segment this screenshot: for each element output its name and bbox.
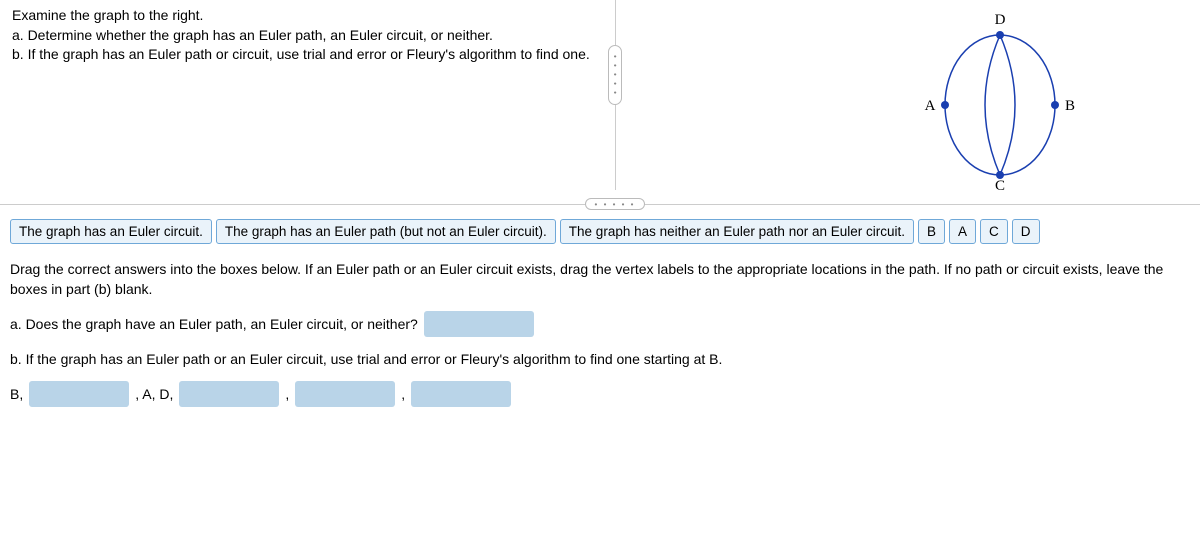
drag-item-pool: The graph has an Euler circuit. The grap… <box>0 205 1200 252</box>
drop-zone-b4[interactable] <box>411 381 511 407</box>
tile-vertex-b[interactable]: B <box>918 219 945 244</box>
tile-euler-path[interactable]: The graph has an Euler path (but not an … <box>216 219 556 244</box>
dots-icon: • • • • • <box>595 200 636 209</box>
vertical-resize-handle[interactable]: • • • • • <box>608 45 622 105</box>
question-a-text: a. Does the graph have an Euler path, an… <box>10 316 418 332</box>
label-a: A <box>925 98 936 114</box>
answer-b-row: B, , A, D, , , <box>0 371 1200 411</box>
question-b-row: b. If the graph has an Euler path or an … <box>0 341 1200 371</box>
node-d <box>996 31 1004 39</box>
answer-b-mid: , A, D, <box>135 386 173 402</box>
prompt-part-b: b. If the graph has an Euler path or cir… <box>12 46 590 62</box>
inner-right-edge <box>1000 35 1015 175</box>
drop-zone-a[interactable] <box>424 311 534 337</box>
tile-neither[interactable]: The graph has neither an Euler path nor … <box>560 219 914 244</box>
inner-left-edge <box>985 35 1000 175</box>
node-a <box>941 101 949 109</box>
drop-zone-b2[interactable] <box>179 381 279 407</box>
label-c: C <box>995 178 1005 190</box>
question-b-text: b. If the graph has an Euler path or an … <box>10 351 722 367</box>
problem-top-section: Examine the graph to the right. a. Deter… <box>0 0 1200 200</box>
horizontal-divider: • • • • • <box>0 204 1200 205</box>
prompt-intro: Examine the graph to the right. <box>12 7 203 23</box>
node-b <box>1051 101 1059 109</box>
drop-zone-b3[interactable] <box>295 381 395 407</box>
answer-b-prefix: B, <box>10 386 23 402</box>
tile-vertex-a[interactable]: A <box>949 219 976 244</box>
answer-b-sep2: , <box>401 386 405 402</box>
tile-euler-circuit[interactable]: The graph has an Euler circuit. <box>10 219 212 244</box>
outer-ellipse-edge <box>945 35 1055 175</box>
drop-zone-b1[interactable] <box>29 381 129 407</box>
horizontal-resize-handle[interactable]: • • • • • <box>585 198 645 210</box>
tile-vertex-d[interactable]: D <box>1012 219 1040 244</box>
tile-vertex-c[interactable]: C <box>980 219 1008 244</box>
label-b: B <box>1065 98 1075 114</box>
prompt-text: Examine the graph to the right. a. Deter… <box>12 6 592 194</box>
drag-instructions: Drag the correct answers into the boxes … <box>0 252 1200 301</box>
prompt-part-a: a. Determine whether the graph has an Eu… <box>12 27 493 43</box>
question-a-row: a. Does the graph have an Euler path, an… <box>0 301 1200 341</box>
graph-svg: D A B C <box>890 10 1110 190</box>
label-d: D <box>995 12 1006 28</box>
graph-figure: D A B C <box>890 10 1110 190</box>
answer-b-sep1: , <box>285 386 289 402</box>
dots-icon: • • • • • <box>611 55 620 96</box>
